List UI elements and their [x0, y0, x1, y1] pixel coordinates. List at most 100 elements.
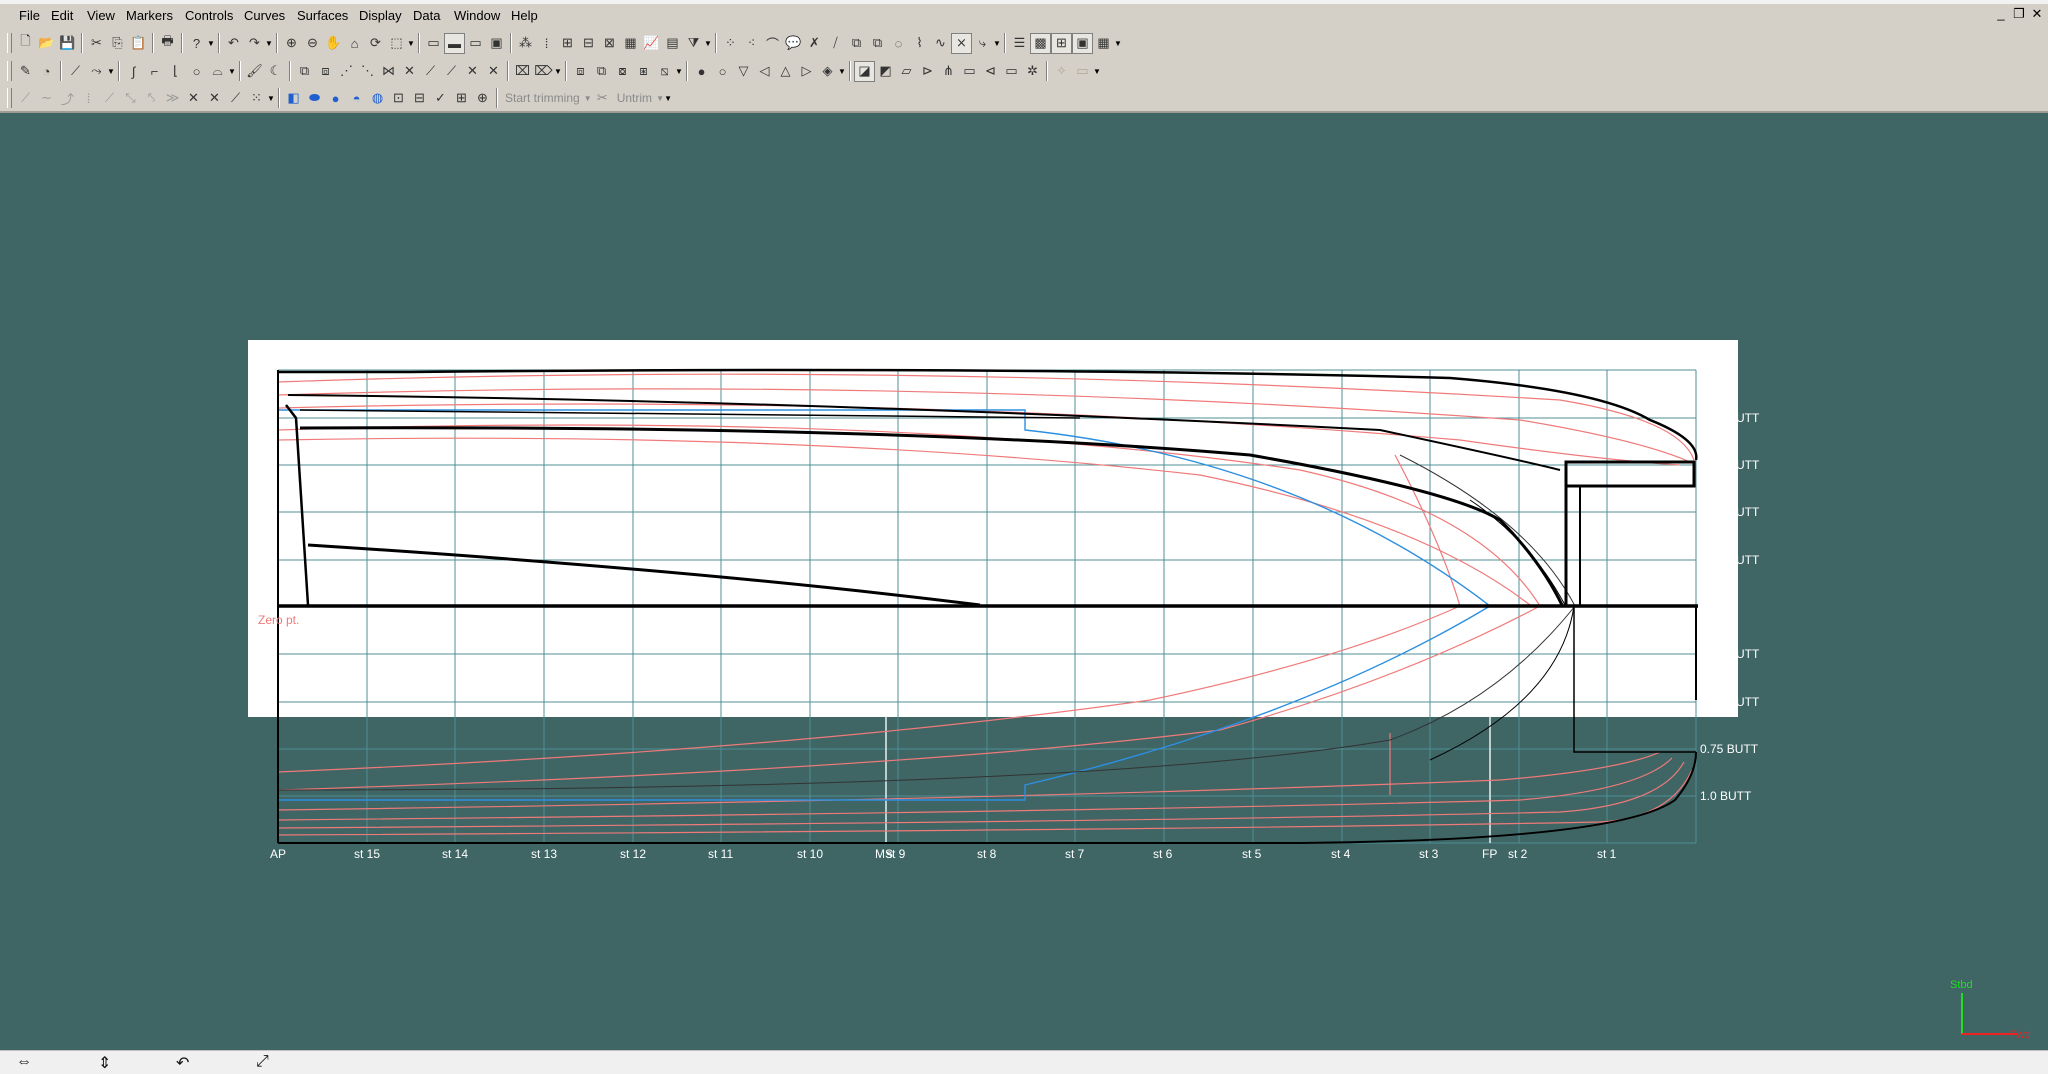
help-dropdown-icon[interactable]: ▼ [207, 39, 215, 48]
rotate-icon[interactable]: ↶ [176, 1053, 189, 1073]
wedge-right-icon[interactable]: ▷ [796, 61, 817, 82]
row3-overflow-icon[interactable]: ▼ [664, 94, 672, 103]
fairing-icon[interactable]: ⌇ [909, 33, 930, 54]
diag-tool-1-icon[interactable]: ⟋ [420, 61, 441, 82]
cut-x-icon[interactable]: ✕ [183, 88, 204, 109]
extend-icon[interactable]: ⌦ [533, 61, 554, 82]
edit-surface-4-icon[interactable]: ⊞ [451, 88, 472, 109]
curve-red-3-icon[interactable]: ⌊ [165, 61, 186, 82]
menu-edit[interactable]: Edit [47, 8, 77, 23]
split-curve-icon[interactable]: ⋱ [357, 61, 378, 82]
surface-blue-3-icon[interactable]: ● [325, 88, 346, 109]
brush-2-icon[interactable]: ⟋ [225, 88, 246, 109]
toolbar-grip[interactable] [7, 61, 12, 81]
grid-settings-icon[interactable]: ▦ [1093, 33, 1114, 54]
expand-icon[interactable]: ⤢ [256, 1053, 269, 1071]
design-viewport[interactable]: Zero pt. UTT UTT UTT UTT UTT UTT 0.75 BU… [0, 113, 2048, 1050]
copy-curve-icon[interactable]: ⧉ [294, 61, 315, 82]
pan-hand-icon[interactable]: ✋ [323, 33, 344, 54]
view-dropdown-icon[interactable]: ▼ [407, 39, 415, 48]
extend-dropdown-icon[interactable]: ▼ [554, 67, 562, 76]
grid-icon[interactable]: ⊞ [1051, 32, 1072, 54]
blue-curve-icon[interactable]: ⤷ [972, 33, 993, 54]
redo-dropdown-icon[interactable]: ▼ [265, 39, 273, 48]
funnel-icon[interactable]: ▽ [733, 61, 754, 82]
save-icon[interactable]: 💾 [57, 33, 78, 54]
filter-icon[interactable]: ⧩ [683, 33, 704, 54]
rotate-view-icon[interactable]: ⟳ [365, 33, 386, 54]
curve-dropdown-icon[interactable]: ▼ [993, 39, 1001, 48]
zoom-out-icon[interactable]: ⊖ [302, 33, 323, 54]
wedge-left-icon[interactable]: ◁ [754, 61, 775, 82]
new-file-icon[interactable]: 🗋 [15, 33, 36, 54]
surface-tool-3-icon[interactable]: ⧇ [612, 61, 633, 82]
paste-icon[interactable]: 📋 [128, 33, 149, 54]
mirror-curve-icon[interactable]: ⧈ [315, 61, 336, 82]
dotted-grid-icon[interactable]: ⁙ [246, 88, 267, 109]
surface-display-1-icon[interactable]: ◪ [854, 60, 875, 82]
menu-markers[interactable]: Markers [122, 8, 177, 23]
arch-dropdown-icon[interactable]: ▼ [228, 67, 236, 76]
layer-grid-icon[interactable]: ▩ [1030, 32, 1051, 54]
cut-x-2-icon[interactable]: ✕ [204, 88, 225, 109]
menu-controls[interactable]: Controls [181, 8, 237, 23]
surface-tool-1-icon[interactable]: ⧈ [570, 61, 591, 82]
edit-surface-2-icon[interactable]: ⊟ [409, 88, 430, 109]
curvature-icon[interactable]: ∿ [930, 33, 951, 54]
menu-surfaces[interactable]: Surfaces [293, 8, 352, 23]
x-tool-2-icon[interactable]: ✕ [483, 61, 504, 82]
pen-icon[interactable]: ✎ [15, 61, 36, 82]
surface-tool-2-icon[interactable]: ⧉ [591, 61, 612, 82]
body-plan-view-icon[interactable]: ▣ [486, 33, 507, 54]
home-view-icon[interactable]: ⌂ [344, 33, 365, 54]
cross-icon[interactable]: ⨯ [951, 32, 972, 54]
x-tool-1-icon[interactable]: ✕ [462, 61, 483, 82]
view-select-icon[interactable]: ⬚ [386, 33, 407, 54]
open-folder-icon[interactable]: 📂 [36, 33, 57, 54]
select-points-icon[interactable]: ⁂ [515, 33, 536, 54]
cut-icon[interactable]: ✂ [86, 33, 107, 54]
spline-dropdown-icon[interactable]: ▼ [107, 67, 115, 76]
shape-tool-icon[interactable]: ◈ [817, 61, 838, 82]
menu-data[interactable]: Data [409, 8, 444, 23]
curve-tool-icon[interactable]: ⌒ [762, 33, 783, 54]
select-surfaces-icon[interactable]: ⊟ [578, 33, 599, 54]
layer-red-icon[interactable]: ⧉ [867, 33, 888, 54]
surface-display-5-icon[interactable]: ⋔ [938, 61, 959, 82]
restore-button[interactable]: ❐ [2011, 6, 2027, 22]
menu-file[interactable]: File [15, 8, 44, 23]
arc-pen-icon[interactable]: ◔ [36, 61, 57, 82]
copy-icon[interactable]: ⎘ [107, 33, 128, 54]
profile-view-icon[interactable]: ▬ [444, 32, 465, 54]
delete-tool-icon[interactable]: ✗ [804, 33, 825, 54]
surface-tool-4-icon[interactable]: ⧆ [633, 61, 654, 82]
vertical-resize-icon[interactable]: ⇕ [98, 1053, 111, 1073]
menu-window[interactable]: Window [450, 8, 504, 23]
spline-tool-icon[interactable]: ⤳ [86, 61, 107, 82]
minimize-button[interactable]: _ [1993, 6, 2009, 21]
redo-icon[interactable]: ↷ [244, 33, 265, 54]
brush-icon[interactable]: 🖌 [244, 61, 265, 82]
close-button[interactable]: ✕ [2029, 6, 2045, 22]
sphere-icon[interactable]: ● [691, 61, 712, 82]
help-icon[interactable]: ? [186, 33, 207, 54]
list-icon[interactable]: ☰ [1009, 33, 1030, 54]
perspective-view-icon[interactable]: ▭ [423, 33, 444, 54]
menu-view[interactable]: View [83, 8, 119, 23]
undo-icon[interactable]: ↶ [223, 33, 244, 54]
surface-display-7-icon[interactable]: ⊲ [980, 61, 1001, 82]
intersect-icon[interactable]: ✕ [399, 61, 420, 82]
menu-display[interactable]: Display [355, 8, 406, 23]
horizontal-resize-icon[interactable]: ⇔ [16, 1053, 32, 1071]
layer-icon[interactable]: ⧉ [846, 33, 867, 54]
print-icon[interactable]: 🖶 [157, 33, 178, 54]
circle-outline-icon[interactable]: ○ [712, 61, 733, 82]
surface-dropdown-icon[interactable]: ▼ [675, 67, 683, 76]
zoom-in-icon[interactable]: ⊕ [281, 33, 302, 54]
trim-icon[interactable]: ⌧ [512, 61, 533, 82]
comment-icon[interactable]: 💬 [783, 33, 804, 54]
arch-icon[interactable]: ⌓ [207, 61, 228, 82]
render-icon[interactable]: ◌ [888, 33, 909, 54]
grid-points-icon[interactable]: ⁘ [720, 33, 741, 54]
moon-icon[interactable]: ☾ [265, 61, 286, 82]
